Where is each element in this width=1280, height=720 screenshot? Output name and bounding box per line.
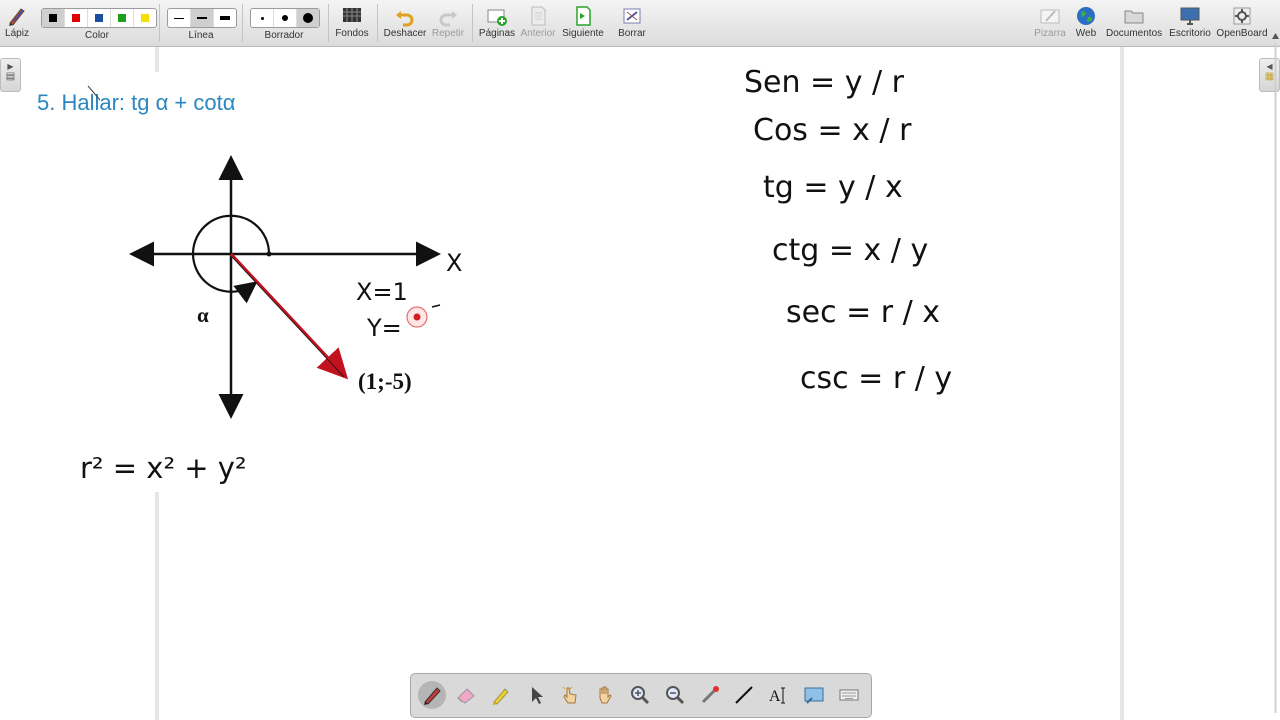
eraser-tool[interactable]: [452, 681, 480, 709]
formula-csc: csc = r / y: [800, 361, 952, 396]
formula-sen: Sen = y / r: [744, 65, 905, 100]
text-icon: A: [769, 687, 785, 705]
point-label: (1;-5): [358, 369, 412, 394]
laser-pointer-icon: [701, 686, 719, 704]
laser-pointer-tool[interactable]: [696, 681, 724, 709]
highlighter-icon: [493, 688, 509, 705]
keyboard-icon: [839, 689, 859, 701]
laser-pointer-cursor: [406, 306, 428, 328]
eraser-icon: [457, 688, 475, 704]
zoom-in-icon: [631, 686, 650, 705]
angle-alpha-label: α: [197, 303, 209, 327]
ink-layer: X X=1 Y= r² = x² + y² Sen = y / r Cos = …: [80, 65, 952, 485]
hand-pointer-icon: [562, 686, 577, 704]
arrow-cursor-icon: [532, 687, 543, 704]
highlighter-tool[interactable]: [487, 681, 515, 709]
line-tool[interactable]: [730, 681, 758, 709]
pythagoras-formula: r² = x² + y²: [80, 451, 247, 485]
hand-x-equals: X=1: [356, 278, 408, 306]
trig-formulas: Sen = y / r Cos = x / r tg = y / x ctg =…: [744, 65, 952, 396]
stray-ink-mark: [87, 85, 101, 101]
pen-tool[interactable]: [418, 681, 446, 709]
virtual-keyboard-tool[interactable]: [835, 681, 863, 709]
selector-tool[interactable]: [522, 681, 550, 709]
vector-shadow: [231, 256, 345, 378]
hand-icon: [599, 686, 612, 704]
hand-y-equals: Y=: [366, 314, 402, 342]
zoom-out-tool[interactable]: [661, 681, 689, 709]
zoom-in-tool[interactable]: [626, 681, 654, 709]
position-vector: [229, 252, 349, 380]
screen-capture-icon: [804, 687, 824, 704]
formula-cos: Cos = x / r: [753, 113, 912, 148]
axis-x-label: X: [446, 249, 462, 277]
formula-sec: sec = r / x: [786, 295, 940, 330]
zoom-out-icon: [666, 686, 685, 705]
svg-text:A: A: [769, 688, 781, 705]
formula-ctg: ctg = x / y: [772, 233, 928, 268]
hand-minus-stroke: [431, 304, 441, 308]
formula-tg: tg = y / x: [763, 170, 903, 205]
pen-icon: [424, 687, 441, 705]
text-tool[interactable]: A: [765, 681, 793, 709]
stylus-palette: A: [410, 673, 872, 718]
hand-tool[interactable]: [591, 681, 619, 709]
play-tool[interactable]: [556, 681, 584, 709]
line-icon: [735, 686, 753, 704]
arc-start-dot: [266, 251, 272, 257]
capture-tool[interactable]: [800, 681, 828, 709]
